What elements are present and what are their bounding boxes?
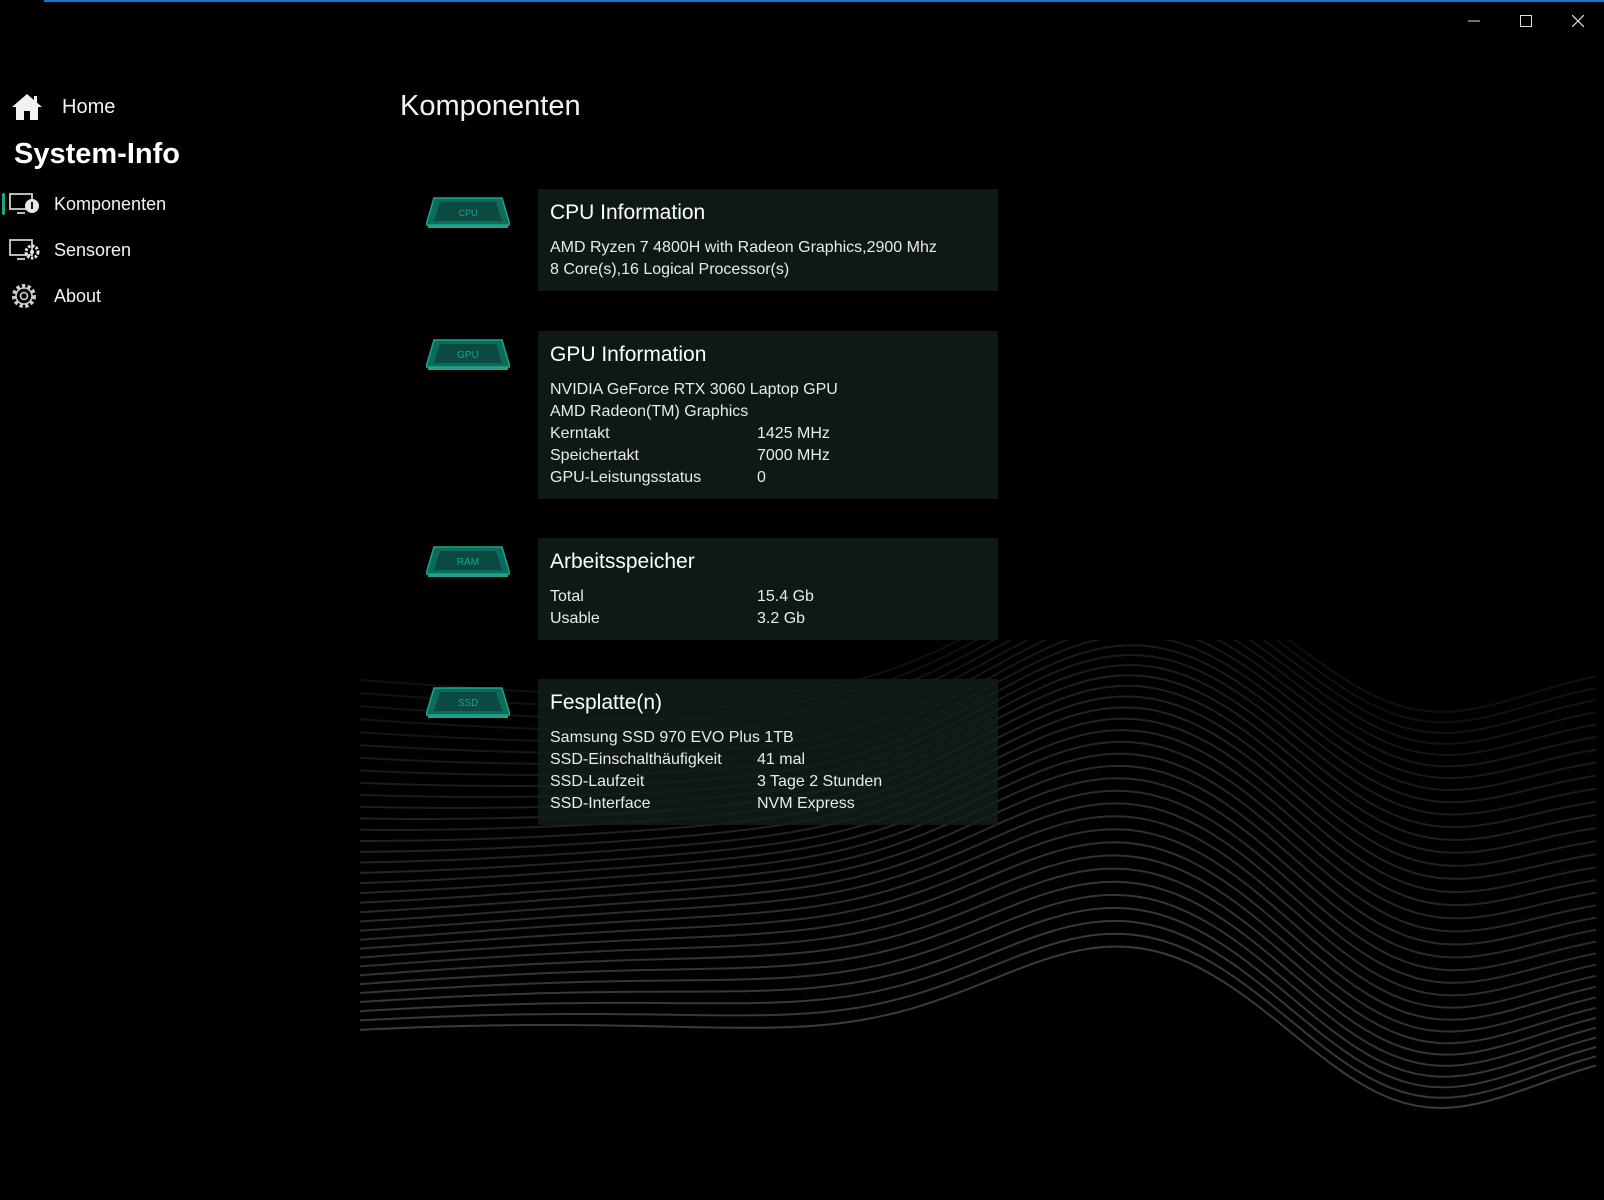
cpu-card: CPU Information AMD Ryzen 7 4800H with R…	[538, 189, 998, 291]
info-value: 3 Tage 2 Stunden	[757, 773, 883, 790]
info-row: SSD-Interface NVM Express	[550, 793, 986, 815]
window-controls	[1448, 0, 1604, 42]
sidebar: Home System-Info Komponenten Sensoren Ab…	[0, 84, 360, 319]
wave-line	[360, 854, 1597, 1033]
info-value: 1425 MHz	[757, 425, 830, 442]
wave-line	[360, 906, 1597, 1078]
sidebar-item-label: About	[54, 285, 102, 306]
chip-label: CPU	[458, 208, 477, 218]
sidebar-item-label: Sensoren	[54, 239, 132, 260]
info-row: Total 15.4 Gb	[550, 586, 986, 608]
cpu-section: CPU CPU Information AMD Ryzen 7 4800H wi…	[426, 189, 998, 291]
cpu-cores: 8 Core(s),16 Logical Processor(s)	[550, 261, 790, 278]
sidebar-item-home[interactable]: Home	[0, 84, 360, 130]
card-title: CPU Information	[550, 201, 706, 224]
sidebar-item-komponenten[interactable]: Komponenten	[0, 181, 360, 227]
info-row: Speichertakt 7000 MHz	[550, 445, 986, 467]
wave-line	[360, 828, 1597, 1009]
card-title: Fesplatte(n)	[550, 691, 663, 714]
disk-card: Fesplatte(n) Samsung SSD 970 EVO Plus 1T…	[538, 679, 998, 825]
info-value: 15.4 Gb	[757, 588, 814, 605]
chip-label: SSD	[458, 698, 479, 709]
monitor-info-icon	[9, 193, 39, 214]
info-key: Kerntakt	[550, 425, 610, 442]
wave-line	[360, 880, 1597, 1056]
home-icon	[12, 94, 42, 120]
chip-label: GPU	[457, 350, 479, 361]
app-window: Home System-Info Komponenten Sensoren Ab…	[0, 0, 1604, 1200]
wave-line	[360, 945, 1597, 1110]
sidebar-item-label: Home	[62, 95, 116, 118]
wave-line	[360, 841, 1597, 1021]
info-row: Kerntakt 1425 MHz	[550, 423, 986, 445]
info-row: GPU-Leistungsstatus 0	[550, 467, 986, 489]
window-accent-bar	[44, 0, 1604, 2]
info-key: SSD-Laufzeit	[550, 773, 645, 790]
info-key: Speichertakt	[550, 447, 639, 464]
wave-line	[360, 867, 1597, 1045]
wave-line	[360, 893, 1597, 1067]
info-row: SSD-Laufzeit 3 Tage 2 Stunden	[550, 771, 986, 793]
close-button[interactable]	[1552, 0, 1604, 42]
card-title: Arbeitsspeicher	[550, 550, 695, 573]
info-value: 41 mal	[757, 751, 806, 768]
chip-label: RAM	[457, 557, 479, 568]
ram-card: Arbeitsspeicher Total 15.4 Gb Usable 3.2 G…	[538, 538, 998, 640]
monitor-gear-icon	[9, 239, 40, 260]
info-row: Usable 3.2 Gb	[550, 608, 986, 630]
page-title: Komponenten	[400, 90, 581, 122]
wave-line	[360, 802, 1597, 984]
close-icon	[1572, 15, 1584, 27]
gpu-card: GPU Information NVIDIA GeForce RTX 3060 …	[538, 331, 998, 499]
wave-line	[360, 932, 1597, 1099]
disk-section: SSD Fesplatte(n) Samsung SSD 970 EVO Plu…	[426, 679, 998, 825]
cpu-chip-icon: CPU	[426, 197, 510, 228]
ram-section: RAM Arbeitsspeicher Total 15.4 Gb Usable 3…	[426, 538, 998, 640]
gpu-chip-icon: GPU	[426, 339, 510, 370]
minimize-icon	[1468, 20, 1480, 22]
sidebar-item-about[interactable]: About	[0, 273, 360, 319]
ssd-chip-icon: SSD	[426, 687, 510, 718]
ram-chip-icon: RAM	[426, 546, 510, 577]
card-title: GPU Information	[550, 343, 707, 366]
info-key: SSD-Interface	[550, 795, 651, 812]
gpu-section: GPU GPU Information NVIDIA GeForce RTX 3…	[426, 331, 998, 499]
info-value: 7000 MHz	[757, 447, 830, 464]
sidebar-section-title: System-Info	[14, 138, 180, 170]
info-key: SSD-Einschalthäufigkeit	[550, 751, 722, 768]
gpu-name-secondary: AMD Radeon(TM) Graphics	[550, 403, 749, 420]
info-key: GPU-Leistungsstatus	[550, 469, 702, 486]
info-key: Usable	[550, 610, 600, 627]
info-value: NVM Express	[757, 795, 855, 812]
disk-name: Samsung SSD 970 EVO Plus 1TB	[550, 729, 794, 746]
minimize-button[interactable]	[1448, 0, 1500, 42]
info-value: 3.2 Gb	[757, 610, 806, 627]
sidebar-item-label: Komponenten	[54, 193, 167, 214]
gear-icon	[12, 284, 36, 308]
info-key: Total	[550, 588, 584, 605]
wave-line	[360, 815, 1597, 997]
info-row: SSD-Einschalthäufigkeit 41 mal	[550, 749, 986, 771]
cpu-name: AMD Ryzen 7 4800H with Radeon Graphics,2…	[550, 239, 937, 256]
wave-line	[360, 919, 1597, 1089]
gpu-name-primary: NVIDIA GeForce RTX 3060 Laptop GPU	[550, 381, 838, 398]
maximize-icon	[1520, 15, 1532, 27]
maximize-button[interactable]	[1500, 0, 1552, 42]
info-value: 0	[757, 469, 766, 486]
sidebar-item-sensoren[interactable]: Sensoren	[0, 227, 360, 273]
